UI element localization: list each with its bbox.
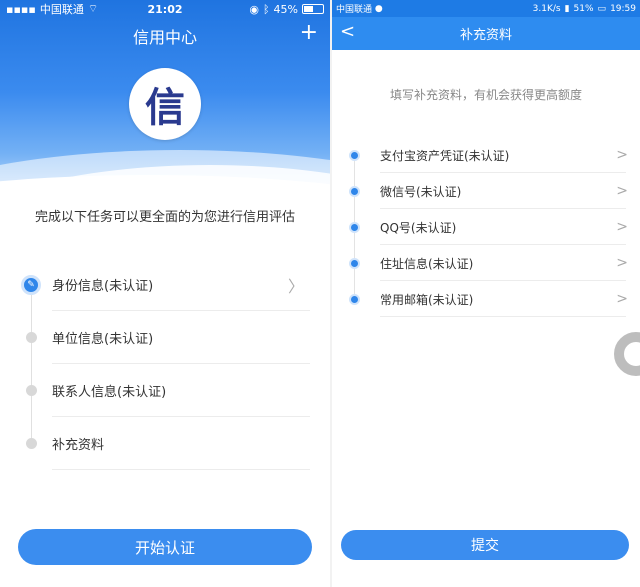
clock: 19:59 <box>610 3 636 14</box>
network-speed: 3.1K/s <box>532 3 561 14</box>
credit-center-screen: ▪▪▪▪ 中国联通 ⌔ 21:02 ◉ ᛒ 45% 信用中心 + 信 完成以下任… <box>0 0 330 587</box>
step-dot-icon <box>349 149 360 161</box>
chevron-right-icon: > <box>616 291 628 307</box>
submit-button[interactable]: 提交 <box>341 530 629 560</box>
task-label: 身份信息(未认证) <box>52 279 154 294</box>
supplement-list: 支付宝资产凭证(未认证) > 微信号(未认证) > QQ号(未认证) > 住址信… <box>332 137 640 317</box>
subtitle: 完成以下任务可以更全面的为您进行信用评估 <box>34 210 295 225</box>
item-label: 支付宝资产凭证(未认证) <box>380 148 510 163</box>
carrier-name: 中国联通 <box>336 5 373 15</box>
battery-icon <box>302 4 324 14</box>
task-employer[interactable]: 单位信息(未认证) <box>0 311 330 364</box>
page-title: 信用中心 <box>132 28 197 47</box>
item-label: QQ号(未认证) <box>380 220 457 235</box>
start-verification-button[interactable]: 开始认证 <box>18 529 312 565</box>
battery-percent: 45% <box>273 2 298 16</box>
back-icon[interactable]: < <box>340 21 355 42</box>
bluetooth-icon: ᛒ <box>262 2 270 16</box>
edit-icon: ✎ <box>21 274 41 295</box>
chevron-right-icon: > <box>616 183 628 199</box>
item-label: 住址信息(未认证) <box>380 256 474 271</box>
status-bar: 中国联通 ● 3.1K/s ▮ 51% ▭ 19:59 <box>332 0 640 17</box>
battery-icon: ▭ <box>597 3 607 14</box>
step-dot-icon <box>26 385 37 396</box>
item-label: 常用邮箱(未认证) <box>380 292 474 307</box>
item-address[interactable]: 住址信息(未认证) > <box>332 245 640 281</box>
step-dot-icon <box>349 221 360 233</box>
page-title: 补充资料 <box>459 28 512 43</box>
task-label: 联系人信息(未认证) <box>52 385 167 400</box>
item-qq[interactable]: QQ号(未认证) > <box>332 209 640 245</box>
item-label: 微信号(未认证) <box>380 184 462 199</box>
step-dot-icon <box>26 332 37 343</box>
chevron-right-icon: > <box>616 219 628 235</box>
signal-icon: ▮ <box>564 3 570 14</box>
battery-percent: 51% <box>573 3 594 14</box>
chevron-right-icon: 〉 <box>287 276 304 296</box>
task-identity[interactable]: ✎ 身份信息(未认证) 〉 <box>0 258 330 311</box>
credit-logo: 信 <box>129 68 201 140</box>
lock-rotation-icon: ◉ <box>249 2 259 16</box>
nav-bar: < 补充资料 <box>332 17 640 50</box>
plus-icon[interactable]: + <box>300 22 318 44</box>
task-label: 补充资料 <box>52 438 105 453</box>
item-alipay[interactable]: 支付宝资产凭证(未认证) > <box>332 137 640 173</box>
message-icon: ● <box>372 3 383 14</box>
chevron-right-icon: > <box>616 255 628 271</box>
step-dot-icon <box>26 438 37 449</box>
task-list: ✎ 身份信息(未认证) 〉 单位信息(未认证) 联系人信息(未认证) 补充资料 <box>0 258 330 470</box>
status-bar: ▪▪▪▪ 中国联通 ⌔ 21:02 ◉ ᛒ 45% <box>0 0 330 18</box>
step-dot-icon <box>349 257 360 269</box>
chevron-right-icon: > <box>616 147 628 163</box>
step-dot-icon <box>349 185 360 197</box>
hint-text: 填写补充资料，有机会获得更高额度 <box>389 88 582 102</box>
task-contacts[interactable]: 联系人信息(未认证) <box>0 364 330 417</box>
step-dot-icon <box>349 293 360 305</box>
task-supplement[interactable]: 补充资料 <box>0 417 330 470</box>
supplement-screen: 中国联通 ● 3.1K/s ▮ 51% ▭ 19:59 < 补充资料 填写补充资… <box>332 0 640 587</box>
task-label: 单位信息(未认证) <box>52 332 154 347</box>
item-wechat[interactable]: 微信号(未认证) > <box>332 173 640 209</box>
logo-glyph: 信 <box>145 84 185 131</box>
floating-assistant-handle[interactable] <box>614 332 640 376</box>
item-email[interactable]: 常用邮箱(未认证) > <box>332 281 640 317</box>
